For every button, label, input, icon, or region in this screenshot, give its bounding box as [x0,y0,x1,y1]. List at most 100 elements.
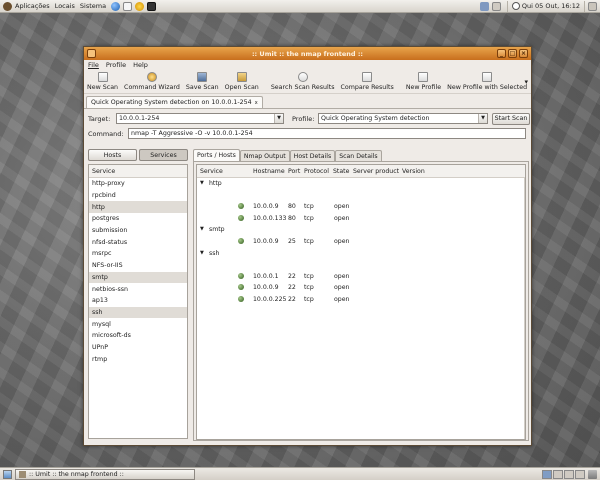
open-scan-button[interactable]: Open Scan [225,72,259,93]
new-profile-button[interactable]: New Profile [406,72,441,93]
menu-profile[interactable]: Profile [106,61,126,69]
list-item[interactable]: msrpc [89,248,187,260]
volume-icon[interactable] [491,1,501,11]
command-wizard-button[interactable]: Command Wizard [124,72,180,93]
expander-icon[interactable]: ▼ [200,180,204,186]
scan-tab[interactable]: Quick Operating System detection on 10.0… [86,96,263,108]
tab-host-details[interactable]: Host Details [289,150,336,161]
power-icon[interactable] [588,1,597,11]
workspace-4[interactable] [575,469,585,479]
taskbar-button-umit[interactable]: :: Umit :: the nmap frontend :: [15,468,195,480]
col-protocol[interactable]: Protocol [304,168,329,175]
table-row[interactable]: 10.0.0.133 80 tcp open [197,213,525,225]
list-item[interactable]: microsoft-ds [89,330,187,342]
menu-places[interactable]: Locais [55,2,75,10]
clock[interactable]: Qui 05 Out, 16:12 [506,0,585,12]
window-title: :: Umit :: the nmap frontend :: [251,49,364,58]
scan-tab-label: Quick Operating System detection on 10.0… [91,99,252,106]
close-button[interactable]: × [519,49,528,58]
services-tab[interactable]: Services [139,149,188,161]
view-toggle: Hosts Services [88,149,188,161]
taskbar-label: :: Umit :: the nmap frontend :: [29,470,124,478]
profile-combo[interactable]: Quick Operating System detection ▼ [318,113,488,124]
save-scan-button[interactable]: Save Scan [186,72,219,93]
list-item[interactable]: netbios-ssn [89,283,187,295]
list-item[interactable]: http-proxy [89,178,187,190]
list-item[interactable]: NFS-or-IIS [89,260,187,272]
new-scan-icon [97,72,108,82]
target-label: Target: [88,114,111,123]
search-scan-results-button[interactable]: Search Scan Results [271,72,335,93]
tab-ports-hosts[interactable]: Ports / Hosts [193,149,240,161]
tab-nmap-output[interactable]: Nmap Output [239,150,290,161]
workspace-2[interactable] [553,469,563,479]
maximize-button[interactable]: □ [508,49,517,58]
services-column-header[interactable]: Service [89,165,187,178]
table-row[interactable]: 10.0.0.9 22 tcp open [197,282,525,294]
menu-applications[interactable]: Aplicações [15,2,50,10]
list-item[interactable]: submission [89,225,187,237]
toolbar-overflow-icon[interactable]: ▾ [524,78,528,86]
list-item[interactable]: rpcbind [89,190,187,202]
start-scan-button[interactable]: Start Scan [492,112,530,125]
save-scan-label: Save Scan [185,84,219,91]
umit-window: :: Umit :: the nmap frontend :: _ □ × Fi… [83,46,532,446]
col-state[interactable]: State [333,168,349,175]
menu-system[interactable]: Sistema [80,2,106,10]
table-row[interactable]: 10.0.0.1 22 tcp open [197,271,525,283]
workspace-1[interactable] [542,469,552,479]
list-item[interactable]: rtmp [89,353,187,365]
list-item[interactable]: UPnP [89,342,187,354]
service-group-ssh[interactable]: ▼ ssh [197,248,525,260]
browser-icon[interactable] [111,1,121,11]
tab-scan-details[interactable]: Scan Details [335,150,382,161]
compare-results-button[interactable]: Compare Results [341,72,394,93]
table-row[interactable]: 10.0.0.9 80 tcp open [197,201,525,213]
ports-hosts-panel: Service Hostname Port Protocol State Ser… [193,161,529,441]
help-icon[interactable] [135,1,145,11]
list-item[interactable]: http [89,201,187,214]
target-combo[interactable]: 10.0.0.1-254 ▼ [116,113,284,124]
expander-icon[interactable]: ▼ [200,226,204,232]
minimize-button[interactable]: _ [497,49,506,58]
open-scan-label: Open Scan [224,84,259,91]
service-group-http[interactable]: ▼ http [197,178,525,190]
cell-hostname: 10.0.0.225 [253,295,287,303]
new-profile-with-selected-button[interactable]: New Profile with Selected [447,72,527,93]
col-service[interactable]: Service [200,168,223,175]
cell-hostname: 10.0.0.9 [253,237,279,245]
menu-help[interactable]: Help [133,61,148,69]
col-version[interactable]: Version [402,168,425,175]
col-server-product[interactable]: Server product [353,168,399,175]
col-hostname[interactable]: Hostname [253,168,285,175]
table-row[interactable]: 10.0.0.225 22 tcp open [197,294,525,306]
chevron-down-icon[interactable]: ▼ [478,114,487,123]
window-titlebar[interactable]: :: Umit :: the nmap frontend :: _ □ × [84,47,531,60]
list-item[interactable]: nfsd-status [89,236,187,248]
profile-value: Quick Operating System detection [321,115,430,122]
list-item[interactable]: ap13 [89,295,187,307]
service-group-smtp[interactable]: ▼ smtp [197,224,525,236]
gnome-foot-icon[interactable] [3,1,12,11]
hosts-tab[interactable]: Hosts [88,149,137,161]
expander-icon[interactable]: ▼ [200,250,204,256]
close-tab-icon[interactable]: x [255,100,258,106]
workspace-3[interactable] [564,469,574,479]
chevron-down-icon[interactable]: ▼ [274,114,283,123]
list-item[interactable]: postgres [89,213,187,225]
terminal-icon[interactable] [147,1,157,11]
list-item[interactable]: smtp [89,271,187,284]
show-desktop-icon[interactable] [3,469,12,479]
menu-file[interactable]: File [88,61,99,69]
window-menu-icon[interactable] [87,49,96,58]
mail-icon[interactable] [123,1,133,11]
list-item[interactable]: ssh [89,306,187,319]
command-input[interactable]: nmap -T Aggressive -O -v 10.0.0.1-254 [128,128,526,139]
network-icon[interactable] [479,1,489,11]
new-scan-button[interactable]: New Scan [87,72,118,93]
trash-icon[interactable] [588,469,597,479]
list-item[interactable]: mysql [89,318,187,330]
table-row[interactable]: 10.0.0.9 25 tcp open [197,236,525,248]
col-port[interactable]: Port [288,168,300,175]
services-list: Service http-proxy rpcbind http postgres… [88,164,188,439]
